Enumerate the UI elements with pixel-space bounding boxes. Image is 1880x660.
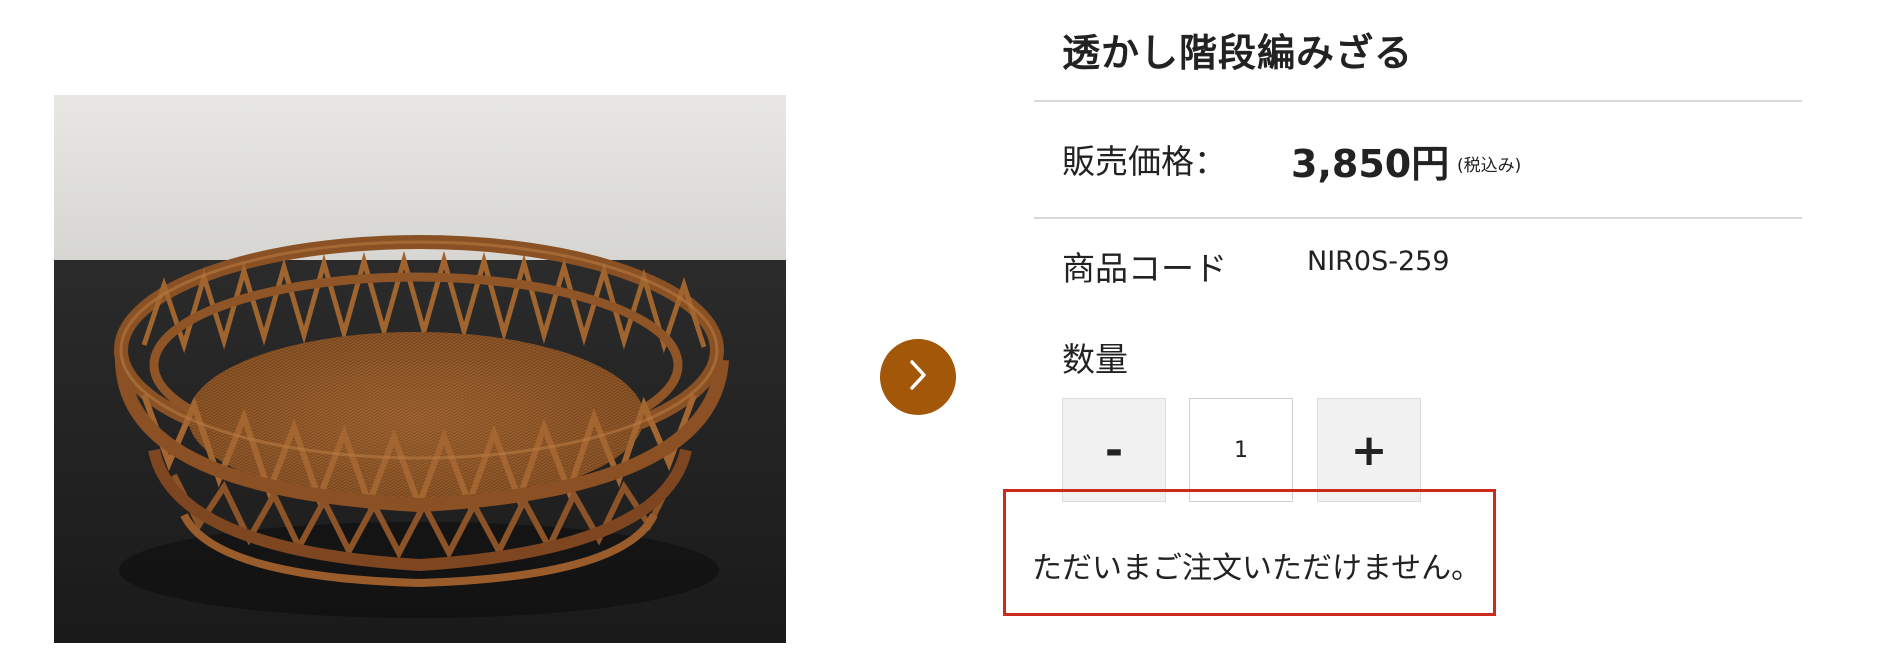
product-page: 透かし階段編みざる 販売価格： 3,850円 (税込み) 商品コード NIR0S… — [0, 0, 1880, 660]
price-tax-note: (税込み) — [1457, 156, 1522, 176]
unavailable-message: ただいまご注文いただけません。 — [1032, 551, 1482, 586]
quantity-increase-button[interactable]: + — [1317, 398, 1421, 502]
product-code-label: 商品コード — [1062, 249, 1227, 288]
product-title: 透かし階段編みざる — [1062, 31, 1414, 75]
price-value: 3,850円 — [1291, 142, 1450, 186]
quantity-label: 数量 — [1062, 340, 1128, 379]
quantity-input[interactable] — [1189, 398, 1293, 502]
product-image — [54, 95, 786, 643]
next-image-button[interactable] — [880, 339, 956, 415]
product-code-value: NIR0S-259 — [1307, 246, 1450, 277]
quantity-decrease-button[interactable]: - — [1062, 398, 1166, 502]
divider — [1034, 217, 1802, 219]
chevron-right-icon — [903, 357, 933, 397]
divider — [1034, 100, 1802, 102]
price-label: 販売価格： — [1062, 142, 1227, 181]
